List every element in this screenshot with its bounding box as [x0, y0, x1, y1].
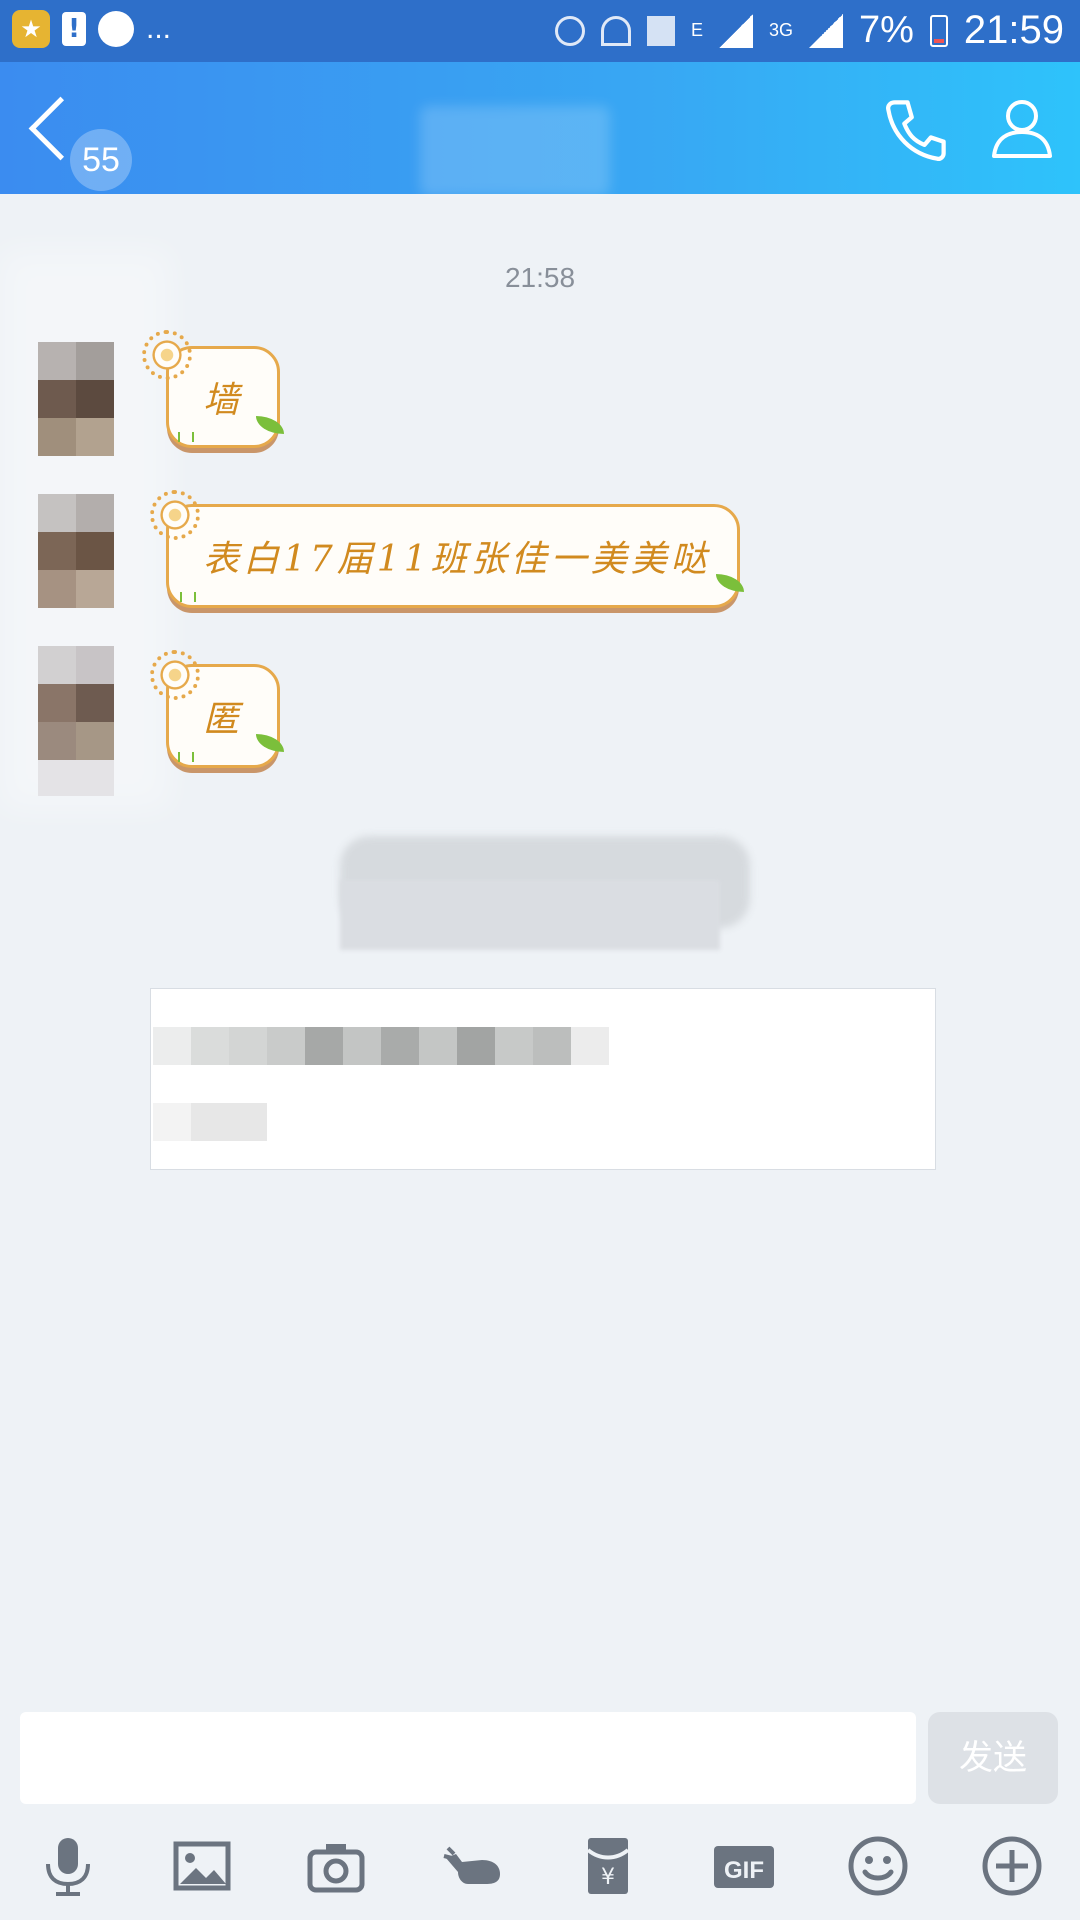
gif-icon[interactable]: GIF [706, 1828, 782, 1904]
app-notification-icon-2 [98, 11, 134, 47]
microphone-icon[interactable] [30, 1828, 106, 1904]
chat-header: 55 [0, 62, 1080, 196]
network-3g-label: 3G [768, 20, 793, 40]
status-bar: ★ ! ... E 3G 7% 21:59 [0, 0, 1080, 62]
message-text: 表白17届11班张佳一美美哒 [203, 539, 711, 580]
sender-avatar[interactable] [38, 342, 114, 456]
message-bubble[interactable]: 表白17届11班张佳一美美哒 [166, 504, 740, 608]
battery-percent: 7% [858, 9, 914, 51]
grass-decoration-icon [178, 432, 194, 442]
alarm-icon [554, 15, 585, 46]
input-toolbar: ¥ GIF [0, 1820, 1080, 1920]
signal-icon-2 [808, 13, 843, 48]
sender-avatar[interactable] [38, 494, 114, 608]
gif-label: GIF [724, 1857, 764, 1884]
battery-icon [929, 14, 948, 47]
sun-decoration-icon [150, 650, 200, 700]
system-notice-blurred-text [340, 880, 720, 950]
clock: 21:59 [963, 8, 1064, 52]
sun-decoration-icon [142, 330, 192, 380]
person-icon[interactable] [990, 96, 1054, 160]
svg-text:¥: ¥ [601, 1865, 615, 1890]
warning-notification-icon: ! [62, 12, 86, 46]
chat-title-blurred [420, 106, 610, 196]
sim-icon [646, 15, 675, 46]
sun-decoration-icon [150, 490, 200, 540]
poke-icon[interactable] [436, 1828, 512, 1904]
plus-icon[interactable] [974, 1828, 1050, 1904]
phone-icon[interactable] [882, 96, 950, 164]
message-input[interactable] [20, 1712, 916, 1804]
grass-decoration-icon [178, 752, 194, 762]
unread-badge[interactable]: 55 [70, 129, 132, 191]
emoji-icon[interactable] [840, 1828, 916, 1904]
message-timestamp: 21:58 [504, 262, 576, 293]
red-packet-icon[interactable]: ¥ [570, 1828, 646, 1904]
sender-avatar[interactable] [38, 646, 114, 796]
grass-decoration-icon [180, 592, 196, 602]
image-icon[interactable] [164, 1828, 240, 1904]
network-e-label: E [690, 20, 703, 40]
more-notifications: ... [146, 12, 172, 45]
message-text: 墙 [202, 380, 243, 421]
shared-card-blurred[interactable] [150, 988, 936, 1170]
wifi-icon [600, 15, 631, 46]
send-button[interactable]: 发送 [928, 1712, 1058, 1804]
camera-icon[interactable] [298, 1828, 374, 1904]
app-notification-icon: ★ [12, 10, 50, 48]
signal-icon [718, 13, 753, 48]
